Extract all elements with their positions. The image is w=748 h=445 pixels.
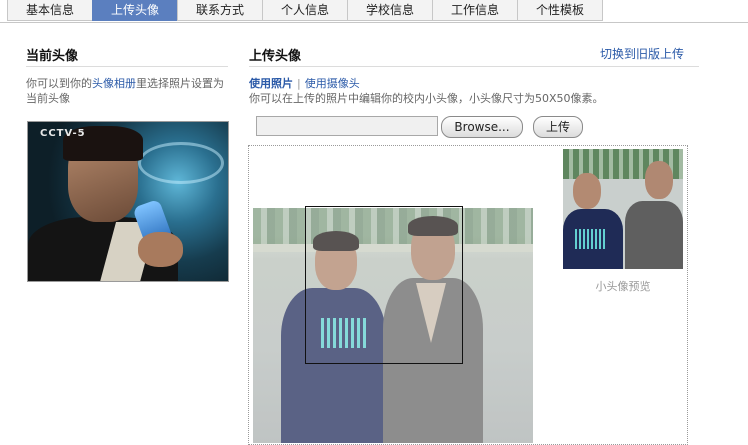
switch-old-upload-link[interactable]: 切换到旧版上传	[600, 45, 684, 62]
browse-button[interactable]: Browse...	[441, 116, 523, 138]
current-avatar-description: 你可以到你的头像相册里选择照片设置为当前头像	[26, 76, 230, 106]
preview-decor	[573, 173, 601, 209]
tab-upload-avatar[interactable]: 上传头像	[92, 0, 178, 21]
tab-contact[interactable]: 联系方式	[177, 0, 263, 21]
upload-avatar-title: 上传头像	[249, 49, 302, 64]
preview-decor	[645, 161, 673, 199]
file-path-input[interactable]	[256, 116, 438, 136]
upload-hint: 你可以在上传的照片中编辑你的校内小头像，小头像尺寸为50X50像素。	[249, 92, 604, 105]
avatar-decor	[138, 142, 224, 184]
avatar-decor	[138, 232, 183, 267]
method-separator: |	[297, 77, 301, 90]
preview-decor	[575, 229, 605, 249]
current-avatar-title: 当前头像	[26, 49, 79, 64]
tab-personal-template[interactable]: 个性模板	[517, 0, 603, 21]
small-avatar-preview	[563, 149, 683, 269]
desc-text-before: 你可以到你的	[26, 77, 92, 90]
divider	[26, 66, 228, 67]
divider	[249, 66, 699, 67]
use-webcam-option[interactable]: 使用摄像头	[305, 77, 360, 90]
tab-basic-info[interactable]: 基本信息	[7, 0, 93, 21]
upload-method-selector: 使用照片 | 使用摄像头	[249, 75, 360, 91]
tab-school-info[interactable]: 学校信息	[347, 0, 433, 21]
avatar-album-link[interactable]: 头像相册	[92, 77, 136, 90]
upload-button[interactable]: 上传	[533, 116, 583, 138]
preview-decor	[625, 201, 683, 269]
current-avatar-image: CCTV-5	[27, 121, 229, 282]
preview-label: 小头像预览	[595, 280, 651, 293]
tab-bar: 基本信息 上传头像 联系方式 个人信息 学校信息 工作信息 个性模板	[0, 0, 748, 23]
tab-personal-info[interactable]: 个人信息	[262, 0, 348, 21]
crop-selection-box[interactable]	[305, 206, 463, 364]
use-photo-option[interactable]: 使用照片	[249, 77, 293, 90]
tab-work-info[interactable]: 工作信息	[432, 0, 518, 21]
tv-logo: CCTV-5	[40, 128, 86, 139]
